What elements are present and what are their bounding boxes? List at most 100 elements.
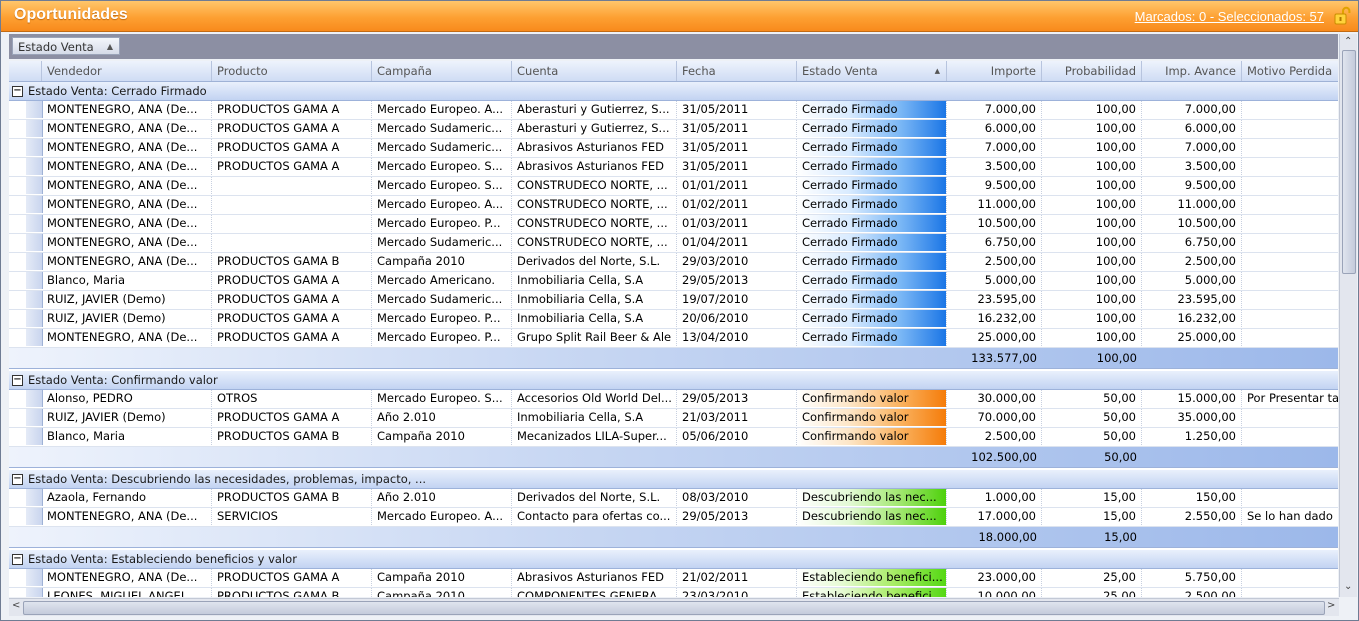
cell-motivo-perdida[interactable] [1242, 291, 1338, 308]
cell-producto[interactable] [212, 196, 372, 213]
cell-cuenta[interactable]: CONSTRUDECO NORTE, ... [512, 196, 677, 213]
cell-importe[interactable]: 30.000,00 [947, 390, 1042, 407]
cell-estado-venta[interactable]: Descubriendo las nec... [797, 489, 947, 506]
cell-imp-avance[interactable]: 11.000,00 [1142, 196, 1242, 213]
cell-estado-venta[interactable]: Confirmando valor [797, 409, 947, 426]
cell-producto[interactable]: PRODUCTOS GAMA A [212, 291, 372, 308]
cell-cuenta[interactable]: CONSTRUDECO NORTE, ... [512, 215, 677, 232]
vertical-scrollbar[interactable]: ⌃ ⌄ [1339, 34, 1357, 597]
cell-imp-avance[interactable]: 25.000,00 [1142, 329, 1242, 346]
column-header-estado-venta[interactable]: Estado Venta ▲ [797, 61, 947, 81]
cell-cuenta[interactable]: Derivados del Norte, S.L. [512, 489, 677, 506]
scroll-down-icon[interactable]: ⌄ [1344, 581, 1352, 592]
cell-campana[interactable]: Mercado Americano. [372, 272, 512, 289]
cell-imp-avance[interactable]: 10.500,00 [1142, 215, 1242, 232]
cell-importe[interactable]: 25.000,00 [947, 329, 1042, 346]
cell-cuenta[interactable]: Inmobiliaria Cella, S.A [512, 272, 677, 289]
cell-campana[interactable]: Mercado Europeo. P... [372, 215, 512, 232]
table-row[interactable]: Blanco, Maria PRODUCTOS GAMA B Campaña 201… [9, 428, 1338, 447]
cell-importe[interactable]: 7.000,00 [947, 139, 1042, 156]
cell-fecha[interactable]: 01/01/2011 [677, 177, 797, 194]
cell-producto[interactable]: PRODUCTOS GAMA A [212, 409, 372, 426]
cell-cuenta[interactable]: Inmobiliaria Cella, S.A [512, 291, 677, 308]
cell-imp-avance[interactable]: 16.232,00 [1142, 310, 1242, 327]
cell-motivo-perdida[interactable] [1242, 253, 1338, 270]
cell-importe[interactable]: 23.000,00 [947, 569, 1042, 586]
column-header-importe[interactable]: Importe [947, 61, 1042, 81]
column-header-imp-avance[interactable]: Imp. Avance [1142, 61, 1242, 81]
cell-estado-venta[interactable]: Cerrado Firmado [797, 139, 947, 156]
cell-fecha[interactable]: 31/05/2011 [677, 120, 797, 137]
row-selector[interactable] [26, 508, 43, 525]
row-selector[interactable] [26, 101, 43, 118]
table-row[interactable]: RUIZ, JAVIER (Demo) PRODUCTOS GAMA A Merca… [9, 310, 1338, 329]
cell-probabilidad[interactable]: 100,00 [1042, 234, 1142, 251]
horizontal-scrollbar[interactable]: < > [9, 598, 1339, 616]
table-row[interactable]: MONTENEGRO, ANA (De... PRODUCTOS GAMA A Me… [9, 139, 1338, 158]
cell-producto[interactable]: PRODUCTOS GAMA A [212, 158, 372, 175]
cell-estado-venta[interactable]: Cerrado Firmado [797, 120, 947, 137]
table-row[interactable]: MONTENEGRO, ANA (De... Mercado Europeo. A… [9, 196, 1338, 215]
cell-cuenta[interactable]: CONSTRUDECO NORTE, ... [512, 177, 677, 194]
cell-estado-venta[interactable]: Cerrado Firmado [797, 234, 947, 251]
cell-estado-venta[interactable]: Cerrado Firmado [797, 291, 947, 308]
cell-cuenta[interactable]: Abrasivos Asturianos FED [512, 569, 677, 586]
cell-producto[interactable]: PRODUCTOS GAMA B [212, 253, 372, 270]
cell-producto[interactable]: PRODUCTOS GAMA B [212, 588, 372, 597]
cell-cuenta[interactable]: Abrasivos Asturianos FED [512, 139, 677, 156]
cell-imp-avance[interactable]: 23.595,00 [1142, 291, 1242, 308]
cell-campana[interactable]: Mercado Sudameric... [372, 139, 512, 156]
cell-motivo-perdida[interactable] [1242, 272, 1338, 289]
cell-producto[interactable] [212, 234, 372, 251]
cell-imp-avance[interactable]: 1.250,00 [1142, 428, 1242, 445]
cell-cuenta[interactable]: Grupo Split Rail Beer & Ale [512, 329, 677, 346]
row-selector[interactable] [26, 253, 43, 270]
cell-importe[interactable]: 9.500,00 [947, 177, 1042, 194]
row-selector[interactable] [26, 234, 43, 251]
cell-motivo-perdida[interactable] [1242, 588, 1338, 597]
cell-estado-venta[interactable]: Cerrado Firmado [797, 215, 947, 232]
column-header-probabilidad[interactable]: Probabilidad [1042, 61, 1142, 81]
table-row[interactable]: MONTENEGRO, ANA (De... PRODUCTOS GAMA A Me… [9, 120, 1338, 139]
cell-campana[interactable]: Año 2.010 [372, 409, 512, 426]
row-selector[interactable] [26, 215, 43, 232]
cell-imp-avance[interactable]: 5.750,00 [1142, 569, 1242, 586]
cell-vendedor[interactable]: Azaola, Fernando [42, 489, 212, 506]
cell-motivo-perdida[interactable] [1242, 215, 1338, 232]
cell-producto[interactable] [212, 177, 372, 194]
cell-estado-venta[interactable]: Cerrado Firmado [797, 196, 947, 213]
cell-imp-avance[interactable]: 3.500,00 [1142, 158, 1242, 175]
vertical-scroll-thumb[interactable] [1342, 50, 1356, 274]
column-header-motivo-perdida[interactable]: Motivo Perdida [1242, 61, 1338, 81]
row-selector[interactable] [26, 291, 43, 308]
cell-motivo-perdida[interactable] [1242, 158, 1338, 175]
row-selector[interactable] [26, 569, 43, 586]
cell-fecha[interactable]: 29/03/2010 [677, 253, 797, 270]
cell-importe[interactable]: 70.000,00 [947, 409, 1042, 426]
cell-fecha[interactable]: 01/03/2011 [677, 215, 797, 232]
cell-cuenta[interactable]: Abrasivos Asturianos FED [512, 158, 677, 175]
cell-cuenta[interactable]: CONSTRUDECO NORTE, ... [512, 234, 677, 251]
cell-cuenta[interactable]: Inmobiliaria Cella, S.A [512, 409, 677, 426]
cell-probabilidad[interactable]: 100,00 [1042, 215, 1142, 232]
cell-campana[interactable]: Mercado Europeo. P... [372, 329, 512, 346]
cell-importe[interactable]: 11.000,00 [947, 196, 1042, 213]
cell-fecha[interactable]: 29/05/2013 [677, 272, 797, 289]
cell-vendedor[interactable]: MONTENEGRO, ANA (De... [42, 177, 212, 194]
group-row[interactable]: − Estado Venta: Estableciendo beneficios … [9, 550, 1338, 569]
cell-producto[interactable]: PRODUCTOS GAMA A [212, 139, 372, 156]
row-selector[interactable] [26, 196, 43, 213]
cell-importe[interactable]: 2.500,00 [947, 428, 1042, 445]
cell-probabilidad[interactable]: 15,00 [1042, 508, 1142, 525]
cell-vendedor[interactable]: MONTENEGRO, ANA (De... [42, 329, 212, 346]
cell-producto[interactable]: PRODUCTOS GAMA B [212, 428, 372, 445]
table-row[interactable]: MONTENEGRO, ANA (De... Mercado Europeo. S… [9, 177, 1338, 196]
cell-imp-avance[interactable]: 7.000,00 [1142, 101, 1242, 118]
cell-estado-venta[interactable]: Cerrado Firmado [797, 310, 947, 327]
cell-probabilidad[interactable]: 50,00 [1042, 428, 1142, 445]
cell-campana[interactable]: Mercado Europeo. S... [372, 177, 512, 194]
scroll-up-icon[interactable]: ⌃ [1344, 36, 1352, 47]
cell-fecha[interactable]: 31/05/2011 [677, 158, 797, 175]
cell-campana[interactable]: Año 2.010 [372, 489, 512, 506]
collapse-icon[interactable]: − [12, 474, 23, 485]
